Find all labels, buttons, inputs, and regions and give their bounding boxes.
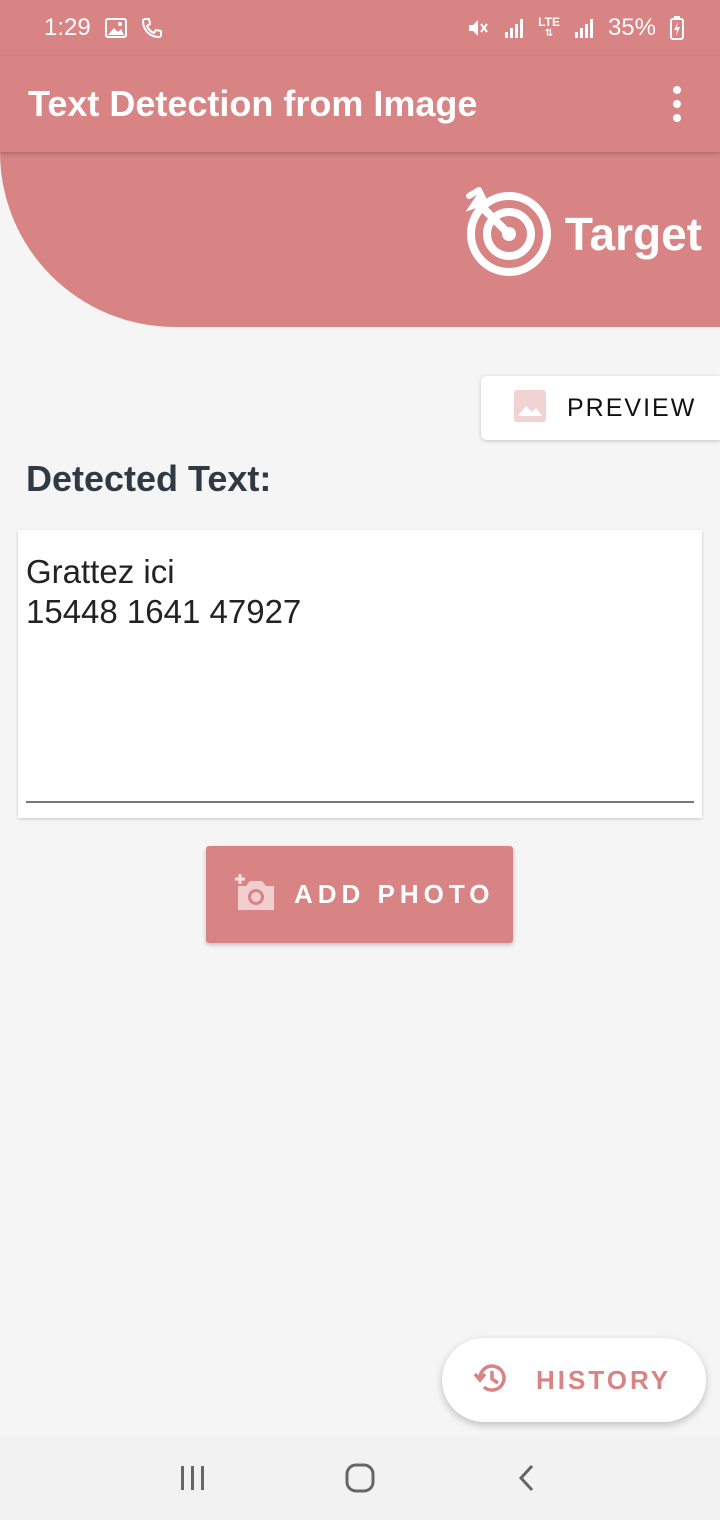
status-bar: 1:29 LTE ⇅ 35% [0,0,720,56]
image-icon [513,389,547,428]
preview-label: PREVIEW [567,393,697,422]
navigation-bar [0,1436,720,1520]
history-button[interactable]: HISTORY [442,1338,706,1422]
status-left: 1:29 [44,14,163,42]
mute-icon [466,17,490,39]
target-icon [465,186,555,281]
battery-charging-icon [670,16,684,40]
detected-text-heading: Detected Text: [26,458,272,499]
app-bar: Text Detection from Image [0,56,720,152]
text-field-underline [26,801,694,803]
add-camera-icon [234,872,278,917]
signal-icon [574,17,594,39]
detected-text-card: Grattez ici 15448 1641 47927 [18,530,702,818]
status-right: LTE ⇅ 35% [466,14,684,42]
more-vert-icon[interactable] [662,84,692,124]
history-icon [472,1359,510,1402]
lte-icon: LTE ⇅ [538,15,560,39]
gallery-icon [104,18,127,38]
brand-logo: Target [465,186,702,281]
history-label: HISTORY [536,1364,672,1395]
call-icon [141,17,163,39]
back-icon[interactable] [497,1448,557,1508]
app-title: Text Detection from Image [28,83,478,124]
recents-icon[interactable] [163,1448,223,1508]
detected-text-field[interactable]: Grattez ici 15448 1641 47927 [26,552,686,632]
add-photo-label: ADD PHOTO [294,879,495,909]
add-photo-button[interactable]: ADD PHOTO [206,846,513,943]
brand-name: Target [564,207,702,260]
preview-button[interactable]: PREVIEW [481,376,720,440]
battery-percent: 35% [607,14,656,41]
lte-label: LTE [538,15,560,29]
home-icon[interactable] [330,1448,390,1508]
status-time: 1:29 [44,14,91,41]
signal-icon [504,17,524,39]
